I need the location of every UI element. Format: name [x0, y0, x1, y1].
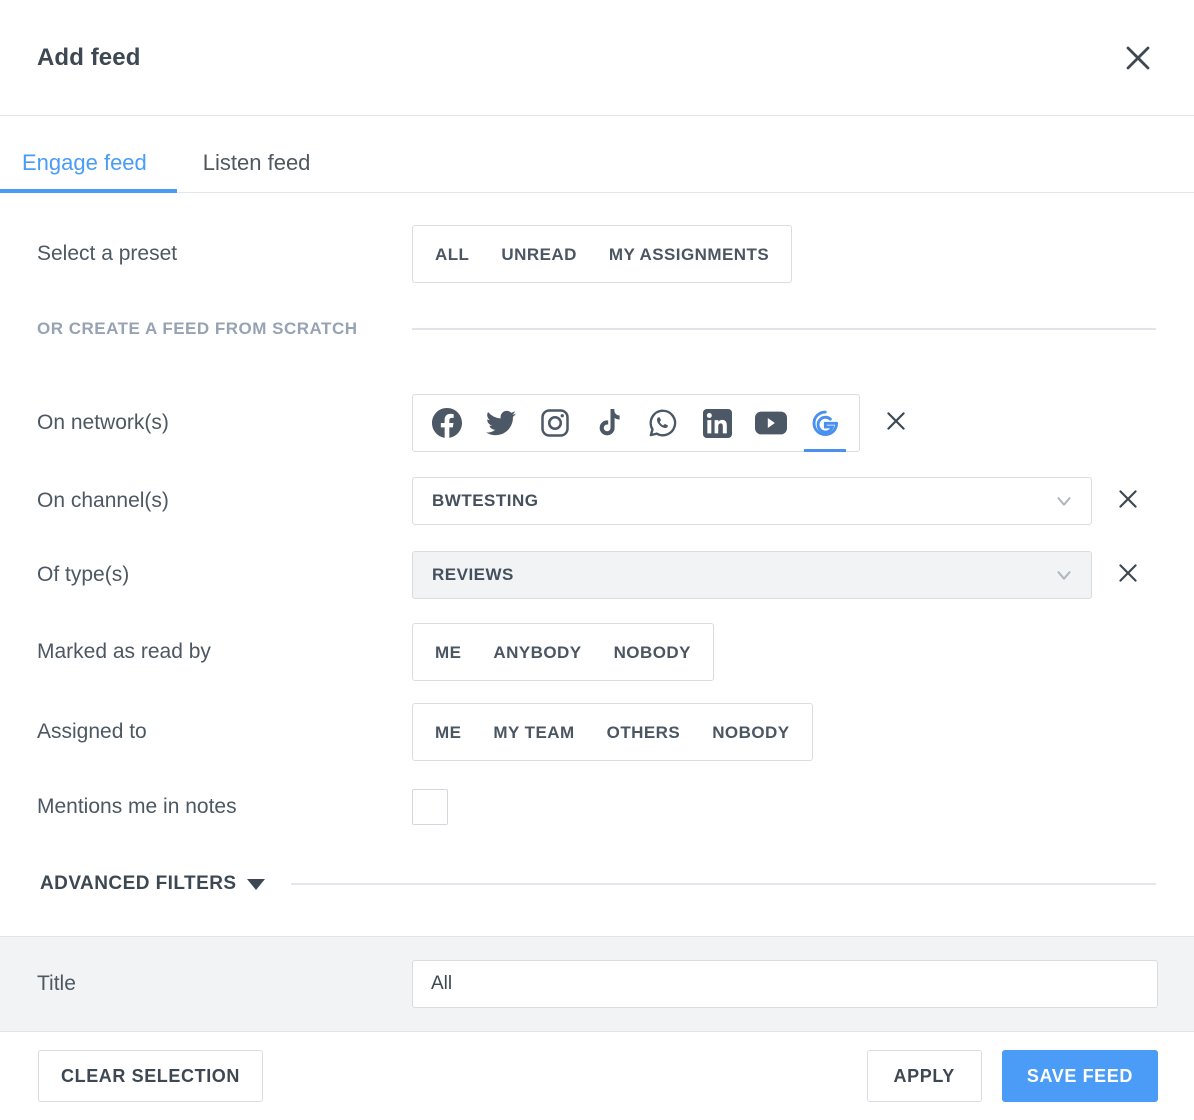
section-divider — [412, 328, 1156, 330]
whatsapp-icon — [648, 408, 678, 438]
row-advanced-filters: ADVANCED FILTERS — [0, 842, 1194, 926]
types-select[interactable]: REVIEWS — [412, 551, 1092, 599]
channels-select-value: BWTESTING — [432, 491, 539, 510]
network-option-twitter[interactable] — [474, 395, 528, 451]
network-option-google[interactable] — [798, 395, 852, 452]
clear-selection-button[interactable]: CLEAR SELECTION — [38, 1050, 264, 1102]
caret-down-icon — [246, 878, 265, 890]
assigned-to-option-me[interactable]: ME — [419, 724, 477, 741]
marked-as-read-by-label: Marked as read by — [37, 640, 211, 663]
close-dialog-button[interactable] — [1116, 36, 1160, 80]
google-icon — [810, 408, 840, 438]
advanced-filters-divider — [290, 883, 1156, 885]
assigned-to-option-others[interactable]: OTHERS — [591, 724, 697, 741]
youtube-icon — [755, 410, 787, 436]
add-feed-dialog: Add feed Engage feed Listen feed Select … — [0, 0, 1194, 1120]
preset-option-all[interactable]: ALL — [419, 246, 485, 263]
network-option-linkedin[interactable] — [690, 395, 744, 451]
channels-select[interactable]: BWTESTING — [412, 477, 1092, 525]
assigned-to-label: Assigned to — [37, 720, 147, 743]
close-icon — [1123, 43, 1153, 73]
title-field-label: Title — [37, 972, 76, 995]
row-create-from-scratch: OR CREATE A FEED FROM SCRATCH — [0, 296, 1194, 362]
tab-listen-feed-label: Listen feed — [202, 150, 311, 175]
assigned-to-segmented-control: ME MY TEAM OTHERS NOBODY — [412, 703, 813, 761]
network-option-whatsapp[interactable] — [636, 395, 690, 451]
tab-engage-feed-label: Engage feed — [22, 150, 147, 175]
dialog-header: Add feed — [0, 0, 1194, 116]
close-icon — [1115, 486, 1141, 517]
page-title: Add feed — [37, 43, 141, 71]
tab-engage-feed[interactable]: Engage feed — [0, 150, 177, 193]
marked-as-read-by-segmented-control: ME ANYBODY NOBODY — [412, 623, 714, 681]
chevron-down-icon — [1053, 564, 1075, 586]
row-on-channels: On channel(s) BWTESTING — [0, 464, 1194, 538]
row-on-networks: On network(s) — [0, 382, 1194, 464]
assigned-to-option-nobody[interactable]: NOBODY — [696, 724, 805, 741]
row-marked-as-read-by: Marked as read by ME ANYBODY NOBODY — [0, 612, 1194, 692]
clear-channels-button[interactable] — [1108, 481, 1148, 521]
tab-listen-feed[interactable]: Listen feed — [177, 152, 337, 192]
row-assigned-to: Assigned to ME MY TEAM OTHERS NOBODY — [0, 692, 1194, 772]
row-select-preset: Select a preset ALL UNREAD MY ASSIGNMENT… — [0, 212, 1194, 296]
close-icon — [883, 408, 909, 439]
save-feed-button[interactable]: SAVE FEED — [1001, 1050, 1158, 1102]
mentions-me-checkbox[interactable] — [412, 789, 448, 825]
title-input[interactable] — [412, 960, 1158, 1008]
preset-option-unread[interactable]: UNREAD — [485, 246, 592, 263]
preset-segmented-control: ALL UNREAD MY ASSIGNMENTS — [412, 225, 793, 283]
footer-actions: APPLY SAVE FEED — [866, 1050, 1158, 1102]
feed-filter-form: Select a preset ALL UNREAD MY ASSIGNMENT… — [0, 193, 1194, 936]
linkedin-icon — [702, 408, 732, 438]
row-mentions-me-in-notes: Mentions me in notes — [0, 772, 1194, 842]
on-channels-label: On channel(s) — [37, 489, 169, 512]
mentions-me-label: Mentions me in notes — [37, 795, 237, 818]
title-section: Title — [0, 936, 1194, 1032]
preset-option-my-assignments[interactable]: MY ASSIGNMENTS — [593, 246, 785, 263]
network-option-tiktok[interactable] — [582, 395, 636, 451]
types-select-value: REVIEWS — [432, 565, 514, 584]
chevron-down-icon — [1053, 490, 1075, 512]
on-networks-label: On network(s) — [37, 411, 169, 434]
facebook-icon — [432, 408, 462, 438]
assigned-to-option-my-team[interactable]: MY TEAM — [477, 724, 590, 741]
clear-types-button[interactable] — [1108, 555, 1148, 595]
feed-type-tabs: Engage feed Listen feed — [0, 116, 1194, 193]
marked-as-read-option-me[interactable]: ME — [419, 644, 477, 661]
instagram-icon — [540, 408, 570, 438]
marked-as-read-option-nobody[interactable]: NOBODY — [598, 644, 707, 661]
clear-networks-button[interactable] — [876, 403, 916, 443]
marked-as-read-option-anybody[interactable]: ANYBODY — [477, 644, 597, 661]
network-selector — [412, 394, 860, 452]
advanced-filters-toggle[interactable]: ADVANCED FILTERS — [0, 873, 265, 895]
advanced-filters-label: ADVANCED FILTERS — [40, 873, 237, 894]
network-option-youtube[interactable] — [744, 395, 798, 451]
of-types-label: Of type(s) — [37, 563, 130, 586]
twitter-icon — [486, 408, 516, 438]
dialog-footer: CLEAR SELECTION APPLY SAVE FEED — [0, 1032, 1194, 1120]
select-preset-label: Select a preset — [37, 242, 178, 265]
network-option-facebook[interactable] — [420, 395, 474, 451]
close-icon — [1115, 560, 1141, 591]
apply-button[interactable]: APPLY — [866, 1050, 982, 1102]
tiktok-icon — [595, 408, 623, 438]
create-from-scratch-heading: OR CREATE A FEED FROM SCRATCH — [37, 319, 358, 338]
network-option-instagram[interactable] — [528, 395, 582, 451]
row-of-types: Of type(s) REVIEWS — [0, 538, 1194, 612]
